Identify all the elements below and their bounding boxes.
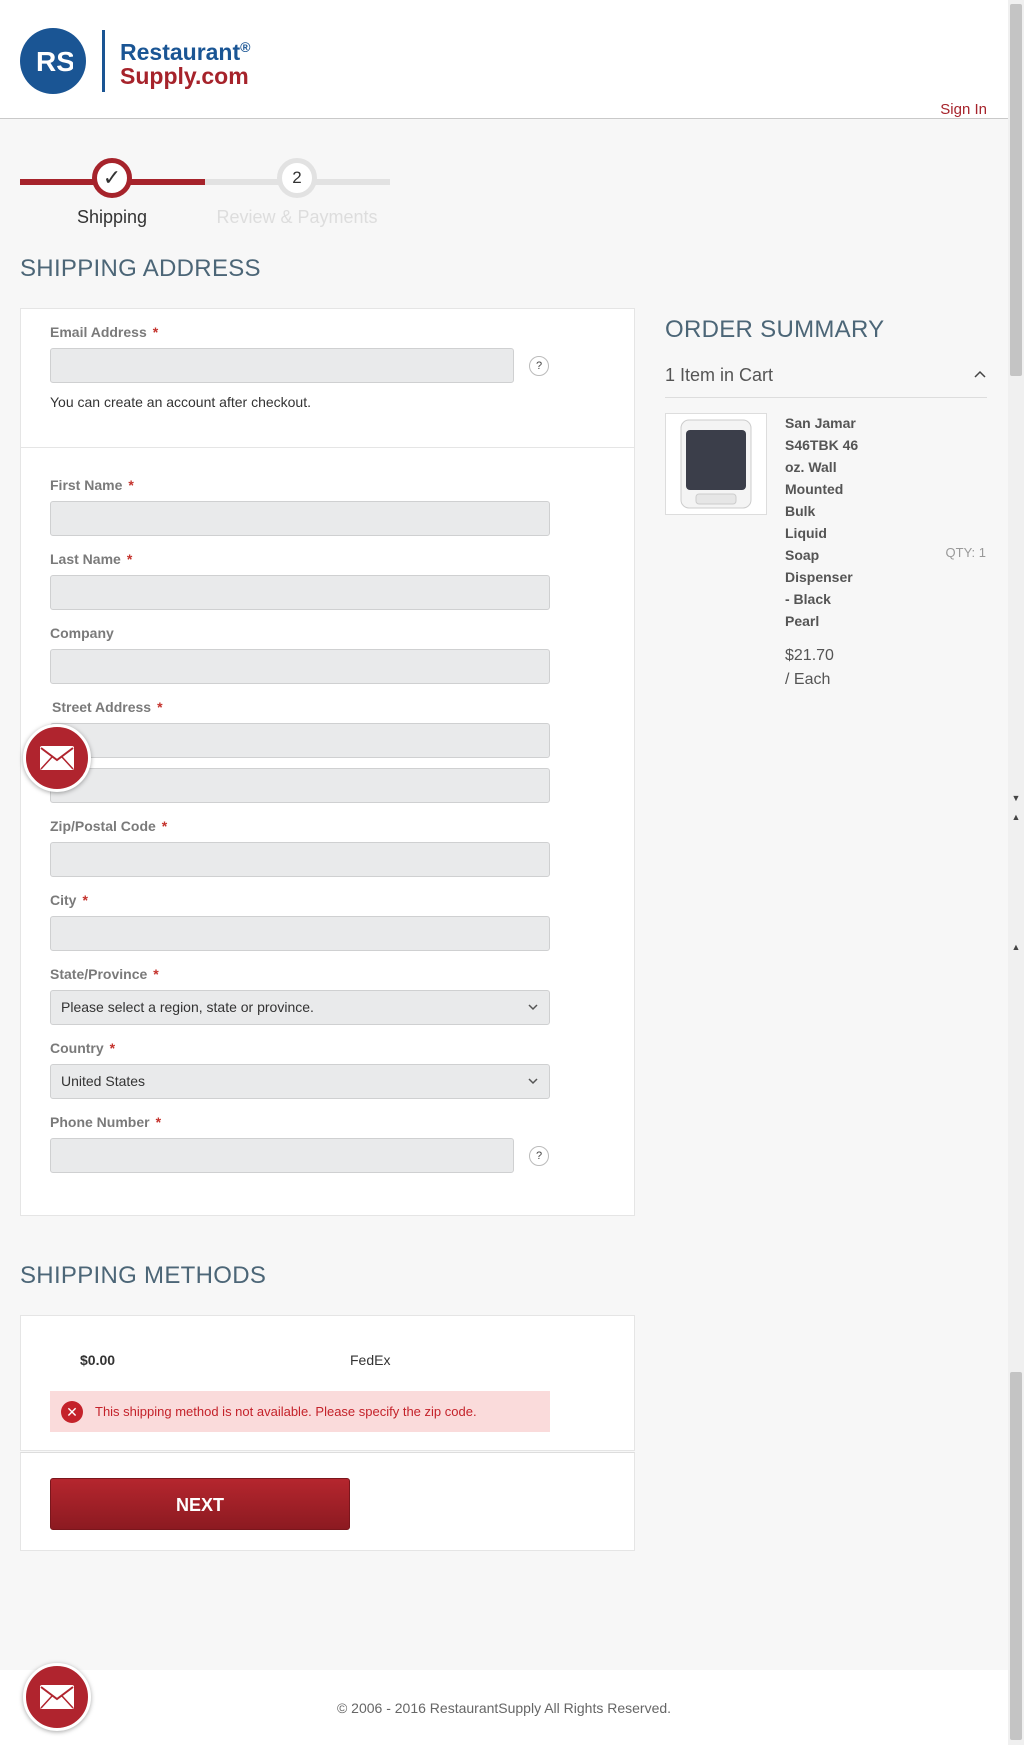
state-select-value: Please select a region, state or provinc… [61,999,314,1015]
step-2-number: 2 [292,168,302,187]
product-name-line: San Jamar [785,415,856,431]
product-name-line: Pearl [785,613,820,629]
step-2-label: Review & Payments [216,207,378,227]
phone-field[interactable] [50,1138,514,1173]
next-button[interactable]: NEXT [50,1478,350,1530]
street-line-2-field[interactable] [50,768,550,803]
shipping-carrier: FedEx [350,1352,391,1368]
product-name-line: oz. Wall [785,459,837,475]
order-summary-title: ORDER SUMMARY [665,316,885,343]
shipping-address-title: SHIPPING ADDRESS [20,255,261,282]
svg-text:RS: RS [36,46,73,77]
product-image[interactable] [665,413,767,515]
logo-trademark: ® [240,38,251,55]
form-divider [21,447,634,448]
state-label: State/Province * [50,966,159,982]
chevron-up-icon[interactable] [973,367,987,386]
product-name[interactable]: San Jamar S46TBK 46 oz. Wall Mounted Bulk Liq… [785,412,858,632]
phone-help-icon[interactable]: ? [529,1146,549,1166]
site-header: RS Restaurant® Supply.com Sign In [0,0,1008,119]
error-icon: ✕ [61,1400,83,1423]
logo-wordmark: Restaurant® Supply.com [120,35,250,88]
product-name-line: - Black [785,591,831,607]
scroll-up-arrow[interactable]: ▲ [1010,812,1022,822]
chevron-down-icon [527,1065,539,1111]
summary-divider [665,397,987,398]
step-1-complete: ✓ [92,158,132,198]
product-name-line: Liquid [785,525,827,541]
zip-field[interactable] [50,842,550,877]
logo-line2: Supply.com [120,62,249,89]
last-name-field[interactable] [50,575,550,610]
product-unit: / Each [785,671,831,688]
check-icon: ✓ [102,165,122,190]
envelope-icon [40,746,74,770]
company-label: Company [50,625,114,641]
logo-divider [102,30,105,92]
city-label: City * [50,892,88,908]
chevron-down-icon [527,991,539,1037]
street-label: Street Address * [52,699,163,715]
step-1-label: Shipping [76,207,148,227]
product-name-line: Dispenser [785,569,853,585]
email-field[interactable] [50,348,514,383]
product-name-line: Soap [785,547,820,563]
last-name-label: Last Name * [50,551,133,567]
shipping-price: $0.00 [80,1352,116,1368]
product-name-line: S46TBK 46 [785,437,859,453]
scroll-up-arrow-2[interactable]: ▲ [1010,942,1022,952]
contact-mail-button[interactable] [23,724,91,792]
street-line-1-field[interactable] [50,723,550,758]
country-label: Country * [50,1040,116,1056]
first-name-field[interactable] [50,501,550,536]
site-logo[interactable]: RS Restaurant® Supply.com [20,28,250,94]
city-field[interactable] [50,916,550,951]
product-name-line: Bulk [785,503,816,519]
step-2-pending: 2 [277,158,317,198]
contact-mail-button-footer[interactable] [23,1663,91,1731]
country-select[interactable]: United States [50,1064,550,1099]
product-price: $21.70 [785,647,834,664]
items-in-cart-toggle[interactable]: 1 Item in Cart [665,365,773,386]
state-select[interactable]: Please select a region, state or provinc… [50,990,550,1025]
scrollbar-thumb-top[interactable] [1010,4,1022,376]
country-select-value: United States [61,1073,146,1089]
shipping-error-message: ✕ This shipping method is not available.… [50,1391,550,1432]
shipping-methods-title: SHIPPING METHODS [20,1262,267,1289]
phone-label: Phone Number * [50,1114,162,1130]
product-qty: QTY: 1 [945,545,986,560]
copyright-text: © 2006 - 2016 RestaurantSupply All Right… [336,1700,672,1716]
scrollbar-thumb-bottom[interactable] [1010,1372,1022,1740]
company-field[interactable] [50,649,550,684]
scroll-down-arrow[interactable]: ▼ [1010,793,1022,803]
logo-line1: Restaurant [120,38,241,65]
rs-logo-icon: RS [20,28,86,94]
envelope-icon [40,1685,74,1709]
first-name-label: First Name * [50,477,134,493]
zip-label: Zip/Postal Code * [50,818,168,834]
email-help-icon[interactable]: ? [529,356,549,376]
account-note: You can create an account after checkout… [50,394,311,410]
email-label: Email Address * [50,324,159,340]
error-text: This shipping method is not available. P… [95,1404,477,1419]
product-name-line: Mounted [785,481,844,497]
sign-in-link[interactable]: Sign In [940,101,987,118]
